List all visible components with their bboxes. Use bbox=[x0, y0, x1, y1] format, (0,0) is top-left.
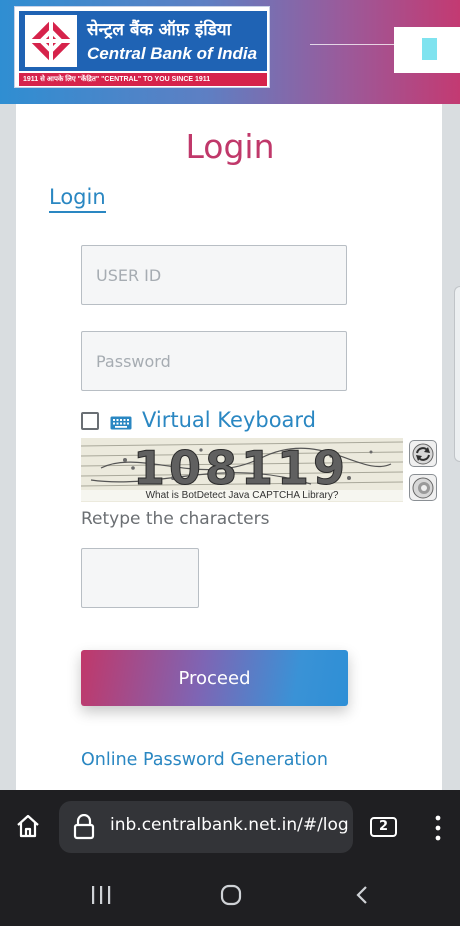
virtual-keyboard-label[interactable]: Virtual Keyboard bbox=[142, 408, 316, 432]
captcha-sound-button[interactable] bbox=[409, 474, 437, 501]
logo-tagline: 1911 से आपके लिए "केंद्रित" "CENTRAL" TO… bbox=[19, 73, 267, 86]
captcha-caption[interactable]: What is BotDetect Java CAPTCHA Library? bbox=[81, 490, 403, 501]
retype-label: Retype the characters bbox=[81, 509, 270, 529]
captcha-image: 108119 What is BotDetect Java CAPTCHA Li… bbox=[81, 438, 403, 502]
tab-login[interactable]: Login bbox=[49, 185, 106, 209]
password-input[interactable] bbox=[81, 331, 347, 391]
online-password-generation-link[interactable]: Online Password Generation bbox=[81, 750, 328, 770]
virtual-keyboard-checkbox[interactable] bbox=[81, 412, 99, 430]
captcha-reload-button[interactable] bbox=[409, 440, 437, 467]
system-nav-bar bbox=[0, 864, 460, 926]
page-scroll-handle[interactable] bbox=[454, 286, 460, 462]
header-marker bbox=[422, 38, 437, 60]
tab-login-underline bbox=[49, 211, 106, 213]
captcha-input[interactable] bbox=[81, 548, 199, 608]
recent-apps-icon[interactable] bbox=[90, 884, 112, 906]
logo-english-name: Central Bank of India bbox=[87, 44, 258, 63]
logo-banner: सेन्ट्रल बैंक ऑफ़ इंडिया Central Bank of… bbox=[19, 11, 267, 71]
header-divider bbox=[310, 44, 396, 45]
address-bar[interactable]: inb.centralbank.net.in/#/log bbox=[59, 801, 353, 853]
site-header: सेन्ट्रल बैंक ऑफ़ इंडिया Central Bank of… bbox=[0, 0, 460, 104]
bank-emblem-icon bbox=[25, 15, 77, 67]
url-text[interactable]: inb.centralbank.net.in/#/log bbox=[110, 815, 349, 835]
user-id-input[interactable] bbox=[81, 245, 347, 305]
page-title: Login bbox=[185, 127, 275, 166]
back-icon[interactable] bbox=[352, 884, 374, 906]
keyboard-icon bbox=[110, 416, 132, 430]
bank-logo[interactable]: सेन्ट्रल बैंक ऑफ़ इंडिया Central Bank of… bbox=[14, 6, 270, 88]
lock-icon bbox=[73, 814, 95, 840]
proceed-button[interactable]: Proceed bbox=[81, 650, 348, 706]
logo-hindi-name: सेन्ट्रल बैंक ऑफ़ इंडिया bbox=[87, 20, 232, 40]
home-icon[interactable] bbox=[14, 812, 42, 840]
captcha-text: 108119 bbox=[133, 441, 349, 495]
nav-home-icon[interactable] bbox=[220, 884, 242, 906]
tab-switcher-button[interactable]: 2 bbox=[370, 817, 397, 837]
more-vert-icon[interactable] bbox=[428, 814, 448, 842]
speaker-icon bbox=[412, 477, 434, 499]
reload-icon bbox=[412, 443, 434, 465]
browser-toolbar: inb.centralbank.net.in/#/log 2 bbox=[0, 790, 460, 864]
